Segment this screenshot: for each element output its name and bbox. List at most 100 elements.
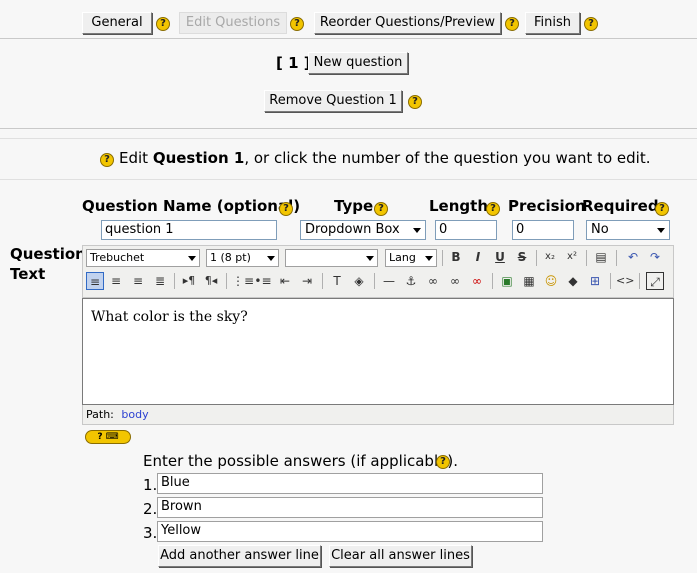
divider: [610, 273, 611, 289]
table-icon[interactable]: ▦: [520, 272, 538, 290]
new-question-button[interactable]: New question: [308, 52, 408, 74]
length-label: Length: [429, 197, 488, 215]
divider: [639, 273, 640, 289]
subscript-icon[interactable]: x₂: [541, 248, 559, 266]
answer-number: 1.: [143, 476, 158, 494]
chevron-down-icon: [185, 250, 199, 266]
redo-icon[interactable]: ↷: [646, 248, 664, 266]
indent-icon[interactable]: ⇥: [298, 272, 316, 290]
divider: [586, 250, 587, 266]
justify-icon[interactable]: ≣: [151, 272, 169, 290]
align-right-icon[interactable]: ≡: [129, 272, 147, 290]
divider: [0, 179, 697, 180]
search-replace-icon[interactable]: ⊞: [586, 272, 604, 290]
help-icon[interactable]: ?: [408, 95, 422, 109]
answer-number: 2.: [143, 500, 158, 518]
divider: [374, 273, 375, 289]
language-select[interactable]: Lang: [385, 249, 437, 267]
divider: [616, 250, 617, 266]
add-answer-line-button[interactable]: Add another answer line: [158, 545, 321, 567]
help-icon[interactable]: ?: [436, 455, 450, 469]
chevron-down-icon: [363, 250, 377, 266]
background-color-icon[interactable]: ◈: [350, 272, 368, 290]
help-icon[interactable]: ?: [655, 202, 669, 216]
format-select[interactable]: [285, 249, 378, 267]
html-source-icon[interactable]: <>: [616, 272, 634, 290]
current-question-indicator: [ 1 ]: [276, 54, 311, 72]
bold-icon[interactable]: B: [447, 248, 465, 266]
moodle-link-icon[interactable]: ∞: [446, 272, 464, 290]
anchor-icon[interactable]: ⚓: [402, 272, 420, 290]
editor-path-bar: Path: body: [82, 405, 674, 425]
divider: [226, 273, 227, 289]
remove-question-button[interactable]: Remove Question 1: [264, 90, 402, 112]
precision-input[interactable]: 0: [512, 220, 574, 240]
clear-answer-lines-button[interactable]: Clear all answer lines: [329, 545, 472, 567]
image-icon[interactable]: ▣: [498, 272, 516, 290]
chevron-down-icon: [409, 221, 425, 239]
precision-label: Precision: [508, 197, 586, 215]
help-icon[interactable]: ?: [290, 17, 304, 31]
help-icon[interactable]: ?: [584, 17, 598, 31]
question-text-label: Question Text: [10, 245, 86, 283]
help-icon[interactable]: ?: [486, 202, 500, 216]
smiley-icon[interactable]: ☺: [542, 272, 560, 290]
answer-input-3[interactable]: Yellow: [157, 521, 543, 542]
divider: [174, 273, 175, 289]
divider: [322, 273, 323, 289]
length-input[interactable]: 0: [435, 220, 497, 240]
link-icon[interactable]: ∞: [424, 272, 442, 290]
text-color-icon[interactable]: T: [328, 272, 346, 290]
question-text-editor[interactable]: What color is the sky?: [82, 298, 674, 405]
help-icon[interactable]: ?: [374, 202, 388, 216]
question-name-input[interactable]: question 1: [101, 220, 277, 240]
help-icon[interactable]: ?: [279, 202, 293, 216]
answers-prompt: Enter the possible answers (if applicabl…: [143, 452, 458, 470]
answer-input-1[interactable]: Blue: [157, 473, 543, 494]
keyboard-help-icon[interactable]: ? ⌨: [85, 430, 131, 444]
help-icon[interactable]: ?: [100, 153, 114, 167]
path-link-body[interactable]: body: [121, 408, 148, 421]
divider: [0, 138, 697, 139]
undo-icon[interactable]: ↶: [624, 248, 642, 266]
horizontal-rule-icon[interactable]: —: [380, 272, 398, 290]
question-name-label: Question Name (optional): [82, 197, 301, 215]
question-text-content: What color is the sky?: [91, 309, 248, 325]
align-left-icon[interactable]: ≡: [86, 272, 104, 290]
reorder-questions-tab-button[interactable]: Reorder Questions/Preview: [314, 12, 501, 34]
divider: [0, 128, 697, 129]
outdent-icon[interactable]: ⇤: [276, 272, 294, 290]
italic-icon[interactable]: I: [469, 248, 487, 266]
divider: [536, 250, 537, 266]
fullscreen-icon[interactable]: ⤢: [646, 272, 664, 290]
font-size-select[interactable]: 1 (8 pt): [206, 249, 279, 267]
chevron-down-icon: [264, 250, 278, 266]
align-center-icon[interactable]: ≡: [107, 272, 125, 290]
ltr-icon[interactable]: ▸¶: [180, 272, 198, 290]
divider: [0, 38, 697, 39]
underline-icon[interactable]: U: [491, 248, 509, 266]
bullet-list-icon[interactable]: •≡: [254, 272, 272, 290]
chevron-down-icon: [653, 221, 669, 239]
required-select[interactable]: No: [586, 220, 670, 240]
font-family-select[interactable]: Trebuchet: [86, 249, 200, 267]
rtl-icon[interactable]: ¶◂: [202, 272, 220, 290]
divider: [492, 273, 493, 289]
finish-tab-button[interactable]: Finish: [525, 12, 580, 34]
superscript-icon[interactable]: x²: [563, 248, 581, 266]
strikethrough-icon[interactable]: S: [513, 248, 531, 266]
clean-code-icon[interactable]: ▤: [592, 248, 610, 266]
type-select[interactable]: Dropdown Box: [300, 220, 426, 240]
edit-instruction: Edit Question 1, or click the number of …: [119, 149, 651, 167]
answer-number: 3.: [143, 524, 158, 542]
path-label: Path:: [86, 408, 114, 421]
numbered-list-icon[interactable]: ⋮≡: [232, 272, 254, 290]
help-icon[interactable]: ?: [505, 17, 519, 31]
required-label: Required: [582, 197, 659, 215]
divider: [442, 250, 443, 266]
special-char-icon[interactable]: ◆: [564, 272, 582, 290]
unlink-icon[interactable]: ∞: [468, 272, 486, 290]
answer-input-2[interactable]: Brown: [157, 497, 543, 518]
help-icon[interactable]: ?: [156, 17, 170, 31]
general-tab-button[interactable]: General: [82, 12, 152, 34]
